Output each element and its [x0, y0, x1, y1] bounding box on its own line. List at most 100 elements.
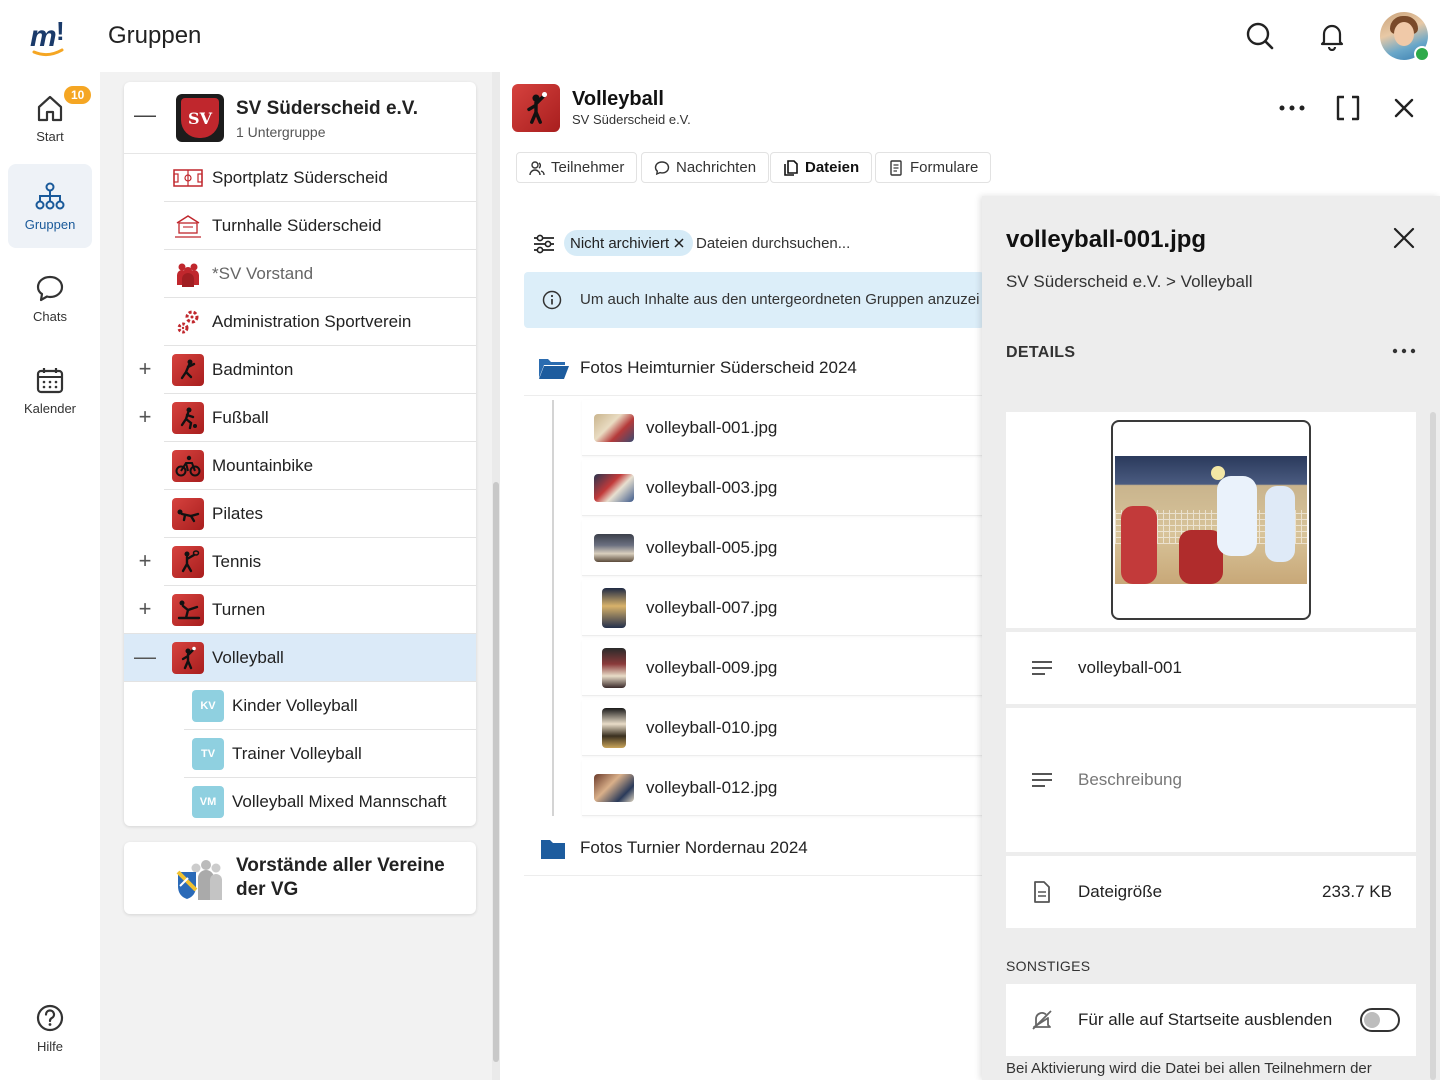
- file-row[interactable]: volleyball-003.jpg: [582, 460, 984, 516]
- folder-icon: [540, 838, 566, 865]
- scrollbar-thumb[interactable]: [493, 482, 499, 1062]
- file-row[interactable]: volleyball-012.jpg: [582, 760, 984, 816]
- groups-scrollbar[interactable]: [492, 72, 500, 1080]
- file-row[interactable]: volleyball-001.jpg: [582, 400, 984, 456]
- group-label: Tennis: [212, 552, 262, 571]
- filter-chip-archived[interactable]: Nicht archiviert: [564, 230, 694, 256]
- file-name: volleyball-003.jpg: [646, 478, 778, 497]
- tab-label: Nachrichten: [676, 159, 757, 176]
- svg-text:m: m: [30, 20, 57, 53]
- file-row[interactable]: volleyball-010.jpg: [582, 700, 984, 756]
- svg-text:!: !: [56, 16, 65, 46]
- collapse-button[interactable]: —: [134, 646, 156, 668]
- group-row-turnen[interactable]: + Turnen: [124, 586, 476, 634]
- file-name-field[interactable]: volleyball-001: [1006, 632, 1416, 704]
- app-logo[interactable]: m !: [28, 14, 72, 58]
- other-section-heading: SONSTIGES: [1006, 958, 1091, 974]
- calendar-icon: [36, 367, 64, 393]
- info-text: Um auch Inhalte aus den untergeordneten …: [580, 291, 980, 308]
- badminton-icon: [172, 354, 204, 386]
- close-button[interactable]: [1384, 88, 1424, 128]
- expand-button[interactable]: +: [134, 550, 156, 572]
- more-options-button[interactable]: [1272, 88, 1312, 128]
- details-breadcrumb: SV Süderscheid e.V. > Volleyball: [1006, 272, 1253, 291]
- file-thumbnail: [602, 648, 626, 688]
- hide-toggle-switch[interactable]: [1360, 1008, 1400, 1032]
- user-avatar[interactable]: [1380, 12, 1430, 62]
- tab-nachrichten[interactable]: Nachrichten: [641, 152, 770, 183]
- group-row-fussball[interactable]: + Fußball: [124, 394, 476, 442]
- file-row[interactable]: volleyball-007.jpg: [582, 580, 984, 636]
- left-navigation: Start 10 Gruppen Chats Kalender Hilfe: [0, 72, 100, 1080]
- expand-button[interactable]: +: [134, 598, 156, 620]
- group-row-turnhalle[interactable]: Turnhalle Süderscheid: [124, 202, 476, 250]
- details-scrollbar[interactable]: [1430, 412, 1436, 1080]
- group-row-sportplatz[interactable]: Sportplatz Süderscheid: [124, 154, 476, 202]
- file-row[interactable]: volleyball-005.jpg: [582, 520, 984, 576]
- tab-formulare[interactable]: Formulare: [875, 152, 992, 183]
- file-row[interactable]: volleyball-009.jpg: [582, 640, 984, 696]
- notification-badge: 10: [64, 86, 92, 104]
- club-name: SV Süderscheid e.V.: [236, 98, 418, 119]
- group-row-tennis[interactable]: + Tennis: [124, 538, 476, 586]
- close-details-button[interactable]: [1386, 220, 1422, 256]
- filter-settings-icon[interactable]: [532, 234, 556, 259]
- gears-icon: [172, 306, 204, 338]
- nav-calendar[interactable]: Kalender: [8, 348, 92, 432]
- group-label: Administration Sportverein: [212, 312, 412, 331]
- subgroup-initials: KV: [192, 690, 224, 722]
- subgroup-initials: VM: [192, 786, 224, 818]
- fullscreen-button[interactable]: [1328, 88, 1368, 128]
- file-name: volleyball-005.jpg: [646, 538, 778, 557]
- group-row-vorstand[interactable]: *SV Vorstand: [124, 250, 476, 298]
- nav-chats[interactable]: Chats: [8, 256, 92, 340]
- coat-of-arms-group-icon: [176, 856, 224, 900]
- club-card: — SV SV Süderscheid e.V. 1 Untergruppe S…: [124, 82, 476, 826]
- description-placeholder: Beschreibung: [1078, 770, 1182, 789]
- remove-filter-icon[interactable]: [673, 237, 685, 249]
- subgroup-row[interactable]: KV Kinder Volleyball: [124, 682, 476, 730]
- image-preview[interactable]: [1111, 420, 1311, 620]
- group-label: Mountainbike: [212, 456, 314, 475]
- search-icon[interactable]: [1240, 16, 1280, 56]
- tab-teilnehmer[interactable]: Teilnehmer: [516, 152, 638, 183]
- file-thumbnail: [594, 414, 634, 442]
- folder-row[interactable]: Fotos Turnier Nordernau 2024: [524, 820, 984, 876]
- expand-icon: [1336, 95, 1360, 121]
- group-row-volleyball[interactable]: — Volleyball: [124, 634, 476, 682]
- group-row-mountainbike[interactable]: Mountainbike: [124, 442, 476, 490]
- club-logo-text: SV: [181, 98, 219, 138]
- bell-icon[interactable]: [1312, 16, 1352, 56]
- group-row-administration[interactable]: Administration Sportverein: [124, 298, 476, 346]
- nav-groups[interactable]: Gruppen: [8, 164, 92, 248]
- file-search-input[interactable]: [696, 230, 976, 256]
- group-row-pilates[interactable]: Pilates: [124, 490, 476, 538]
- group-label: Turnhalle Süderscheid: [212, 216, 382, 235]
- groups-icon: [35, 182, 65, 209]
- collapse-club-button[interactable]: —: [134, 104, 156, 126]
- hide-setting-note: Bei Aktivierung wird die Datei bei allen…: [1006, 1060, 1372, 1077]
- club-header[interactable]: — SV SV Süderscheid e.V. 1 Untergruppe: [124, 82, 476, 154]
- nav-start[interactable]: Start 10: [8, 76, 92, 160]
- folder-row[interactable]: Fotos Heimturnier Süderscheid 2024: [524, 340, 984, 396]
- tab-dateien[interactable]: Dateien: [770, 152, 873, 183]
- chat-bubble-icon: [36, 275, 64, 301]
- subgroup-row[interactable]: TV Trainer Volleyball: [124, 730, 476, 778]
- details-more-button[interactable]: [1386, 336, 1422, 366]
- group-label: Badminton: [212, 360, 294, 379]
- message-icon: [654, 160, 670, 175]
- folder-label: Fotos Turnier Nordernau 2024: [580, 838, 808, 857]
- vg-group-card[interactable]: Vorstände aller Vereine der VG: [124, 842, 476, 914]
- volleyball-player-icon: [172, 642, 204, 674]
- group-row-badminton[interactable]: + Badminton: [124, 346, 476, 394]
- nav-help[interactable]: Hilfe: [8, 986, 92, 1070]
- description-field[interactable]: Beschreibung: [1006, 708, 1416, 852]
- soccer-field-icon: [172, 162, 204, 194]
- file-thumbnail: [602, 588, 626, 628]
- people-group-icon: [172, 258, 204, 290]
- expand-button[interactable]: +: [134, 358, 156, 380]
- online-status-icon: [1414, 46, 1430, 62]
- gym-hall-icon: [172, 210, 204, 242]
- expand-button[interactable]: +: [134, 406, 156, 428]
- subgroup-row[interactable]: VM Volleyball Mixed Mannschaft: [124, 778, 476, 826]
